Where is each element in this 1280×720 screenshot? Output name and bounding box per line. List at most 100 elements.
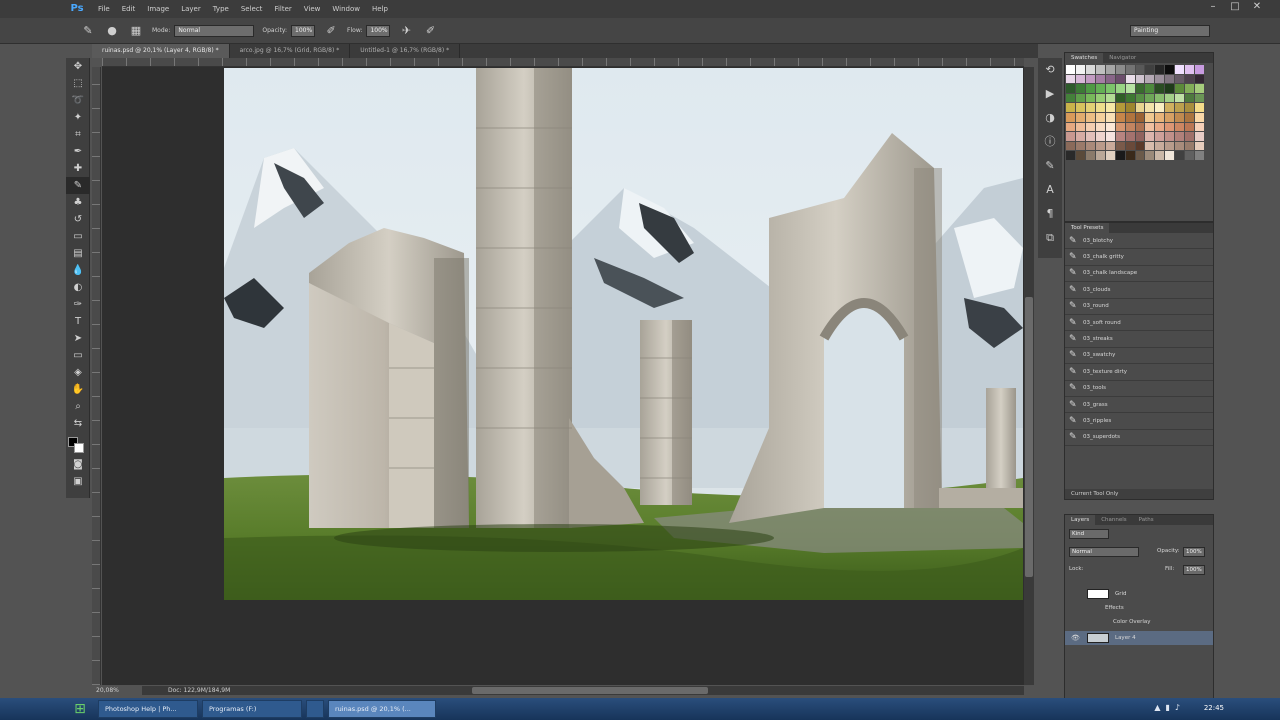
color-swatch[interactable]: [1175, 74, 1185, 84]
tab-swatches[interactable]: Swatches: [1065, 53, 1104, 63]
menu-edit[interactable]: Edit: [116, 0, 142, 18]
color-swatch[interactable]: [1125, 84, 1135, 93]
color-swatch[interactable]: [1135, 151, 1145, 160]
color-swatch[interactable]: [1115, 103, 1125, 112]
quick-mask-icon[interactable]: ◙: [66, 456, 90, 473]
start-button[interactable]: ⊞: [66, 698, 94, 720]
color-swatch[interactable]: [1115, 112, 1125, 122]
color-swatch[interactable]: [1115, 122, 1125, 132]
color-swatch[interactable]: [1125, 65, 1135, 74]
history-panel-icon[interactable]: ⟲: [1038, 58, 1062, 82]
color-swatch[interactable]: [1185, 84, 1195, 93]
color-swatch[interactable]: [1145, 103, 1155, 112]
color-swatch[interactable]: [1155, 93, 1165, 103]
color-swatch[interactable]: [1075, 93, 1085, 103]
color-swatch[interactable]: [1125, 93, 1135, 103]
color-swatch[interactable]: [1125, 151, 1135, 160]
color-swatch[interactable]: [1095, 74, 1105, 84]
color-swatch[interactable]: [1185, 93, 1195, 103]
fill-input[interactable]: 100%: [1183, 565, 1205, 575]
visibility-eye-icon[interactable]: 👁: [1071, 631, 1080, 645]
color-swatch[interactable]: [1105, 74, 1115, 84]
zoom-level[interactable]: 20,08%: [92, 686, 142, 696]
tool-preset-item[interactable]: ✎ 03_blotchy: [1065, 233, 1213, 250]
color-swatch[interactable]: [1105, 93, 1115, 103]
tool-preset-item[interactable]: ✎ 03_round: [1065, 299, 1213, 315]
color-swatch[interactable]: [1095, 122, 1105, 132]
flow-input[interactable]: 100%: [366, 24, 391, 37]
color-swatch[interactable]: [1066, 65, 1075, 74]
zoom-tool-icon[interactable]: ⌕: [66, 398, 90, 415]
adjustments-panel-icon[interactable]: ◑: [1038, 106, 1062, 130]
minimize-button[interactable]: –: [1202, 0, 1224, 14]
color-swatch[interactable]: [1185, 103, 1195, 112]
color-swatch[interactable]: [1075, 141, 1085, 151]
doc-size-status[interactable]: Doc: 122,9M/184,9M: [168, 686, 268, 696]
lasso-tool-icon[interactable]: ➰: [66, 92, 90, 109]
color-swatch[interactable]: [1185, 151, 1195, 160]
move-tool-icon[interactable]: ✥: [66, 58, 90, 75]
horizontal-scroll-thumb[interactable]: [472, 687, 708, 694]
color-swatch[interactable]: [1115, 65, 1125, 74]
gradient-tool-icon[interactable]: ▤: [66, 245, 90, 262]
color-swatch[interactable]: [1066, 103, 1075, 112]
color-swatch[interactable]: [1105, 122, 1115, 132]
color-swatch[interactable]: [1125, 122, 1135, 132]
canvas-horizontal-scrollbar[interactable]: [142, 686, 1024, 695]
brush-size-picker-icon[interactable]: ●: [104, 23, 120, 39]
canvas-vertical-scrollbar[interactable]: [1024, 67, 1034, 685]
color-swatch[interactable]: [1175, 103, 1185, 112]
color-swatch[interactable]: [1145, 132, 1155, 141]
hand-tool-icon[interactable]: ✋: [66, 381, 90, 398]
color-swatch[interactable]: [1075, 151, 1085, 160]
tab-paths[interactable]: Paths: [1133, 515, 1160, 525]
pen-tool-icon[interactable]: ✑: [66, 296, 90, 313]
tab-navigator[interactable]: Navigator: [1103, 53, 1142, 63]
color-swatch[interactable]: [1145, 65, 1155, 74]
color-swatch[interactable]: [1165, 65, 1175, 74]
color-swatch[interactable]: [1145, 112, 1155, 122]
color-swatch[interactable]: [1155, 132, 1165, 141]
character-panel-icon[interactable]: A: [1038, 178, 1062, 202]
color-swatch[interactable]: [1115, 151, 1125, 160]
color-swatch[interactable]: [1155, 112, 1165, 122]
color-swatch[interactable]: [1095, 141, 1105, 151]
history-brush-tool-icon[interactable]: ↺: [66, 211, 90, 228]
menu-window[interactable]: Window: [326, 0, 366, 18]
quick-select-tool-icon[interactable]: ✦: [66, 109, 90, 126]
layer-row-layer-4[interactable]: 👁 Layer 4: [1065, 631, 1213, 645]
color-swatch[interactable]: [1105, 151, 1115, 160]
color-swatch[interactable]: [1165, 84, 1175, 93]
taskbar-item-file[interactable]: [306, 700, 324, 718]
type-tool-icon[interactable]: T: [66, 313, 90, 330]
color-swatch[interactable]: [1125, 103, 1135, 112]
color-swatch[interactable]: [1115, 93, 1125, 103]
eyedropper-tool-icon[interactable]: ✒: [66, 143, 90, 160]
color-swatch[interactable]: [1155, 84, 1165, 93]
color-swatch[interactable]: [1085, 132, 1095, 141]
color-swatch[interactable]: [1145, 122, 1155, 132]
menu-select[interactable]: Select: [235, 0, 269, 18]
color-swatch[interactable]: [1195, 132, 1204, 141]
clone-source-panel-icon[interactable]: ⧉: [1038, 226, 1062, 250]
color-swatch[interactable]: [1075, 112, 1085, 122]
color-swatch[interactable]: [1105, 112, 1115, 122]
tab-layers[interactable]: Layers: [1065, 515, 1096, 525]
color-swatch[interactable]: [1066, 122, 1075, 132]
color-swatch[interactable]: [1066, 132, 1075, 141]
clone-stamp-tool-icon[interactable]: ♣: [66, 194, 90, 211]
layer-filter-kind-select[interactable]: Kind: [1069, 529, 1109, 539]
color-swatch[interactable]: [1075, 84, 1085, 93]
color-swatch[interactable]: [1085, 74, 1095, 84]
color-swatch[interactable]: [1135, 93, 1145, 103]
color-swatch[interactable]: [1135, 132, 1145, 141]
menu-layer[interactable]: Layer: [175, 0, 207, 18]
color-swatch[interactable]: [1095, 65, 1105, 74]
color-swatch[interactable]: [1115, 141, 1125, 151]
tool-preset-item[interactable]: ✎ 03_soft round: [1065, 315, 1213, 332]
color-swatch[interactable]: [1165, 93, 1175, 103]
color-swatch[interactable]: [1075, 74, 1085, 84]
color-swatch[interactable]: [1195, 151, 1204, 160]
menu-image[interactable]: Image: [141, 0, 175, 18]
menu-type[interactable]: Type: [207, 0, 235, 18]
